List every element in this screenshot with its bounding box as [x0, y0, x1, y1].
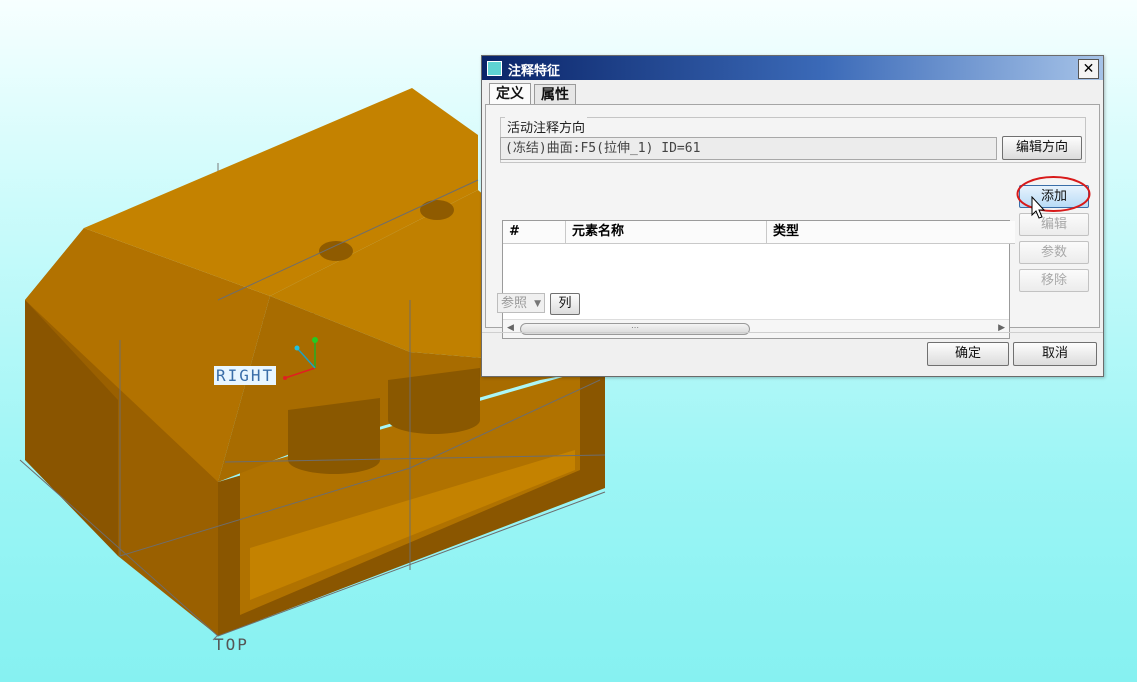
- references-dropdown-label: 参照: [501, 296, 528, 311]
- tab-define[interactable]: 定义: [489, 83, 531, 106]
- model-hole-2: [420, 200, 454, 220]
- tab-properties[interactable]: 属性: [534, 84, 576, 105]
- columns-button[interactable]: 列: [550, 293, 580, 315]
- top-plane-label: TOP: [214, 635, 249, 654]
- table-horizontal-scrollbar[interactable]: ◀ ⋯ ▶: [503, 319, 1009, 338]
- references-dropdown[interactable]: 参照 ▼: [497, 293, 545, 313]
- cancel-button[interactable]: 取消: [1013, 342, 1097, 366]
- window-app-icon: [487, 61, 502, 76]
- ok-button[interactable]: 确定: [927, 342, 1009, 366]
- dialog-separator: [482, 332, 1103, 333]
- orientation-reference-field[interactable]: (冻结)曲面:F5(拉伸_1) ID=61: [500, 137, 997, 160]
- remove-button[interactable]: 移除: [1019, 269, 1089, 292]
- chevron-down-icon: ▼: [534, 299, 541, 309]
- right-plane-label: RIGHT: [214, 366, 277, 385]
- dialog-title: 注释特征: [508, 64, 561, 79]
- scroll-thumb[interactable]: ⋯: [520, 323, 750, 335]
- edit-orientation-button[interactable]: 编辑方向: [1002, 136, 1082, 160]
- mouse-cursor-icon: [1031, 196, 1046, 219]
- parameters-button[interactable]: 参数: [1019, 241, 1089, 264]
- close-button[interactable]: ✕: [1078, 59, 1099, 79]
- elements-table[interactable]: # 元素名称 类型 ◀ ⋯ ▶: [502, 220, 1015, 339]
- red-highlight-circle: [1016, 176, 1091, 212]
- annotation-feature-dialog: 注释特征 ✕ 定义 属性 活动注释方向 # 元素名称 类型 ◀ ⋯ ▶ (冻结)…: [481, 55, 1104, 377]
- column-header-type[interactable]: 类型: [767, 221, 1015, 244]
- orientation-group-title: 活动注释方向: [505, 117, 588, 136]
- column-header-element-name[interactable]: 元素名称: [566, 221, 767, 244]
- column-header-number[interactable]: #: [503, 221, 566, 244]
- dialog-titlebar[interactable]: 注释特征 ✕: [482, 56, 1103, 80]
